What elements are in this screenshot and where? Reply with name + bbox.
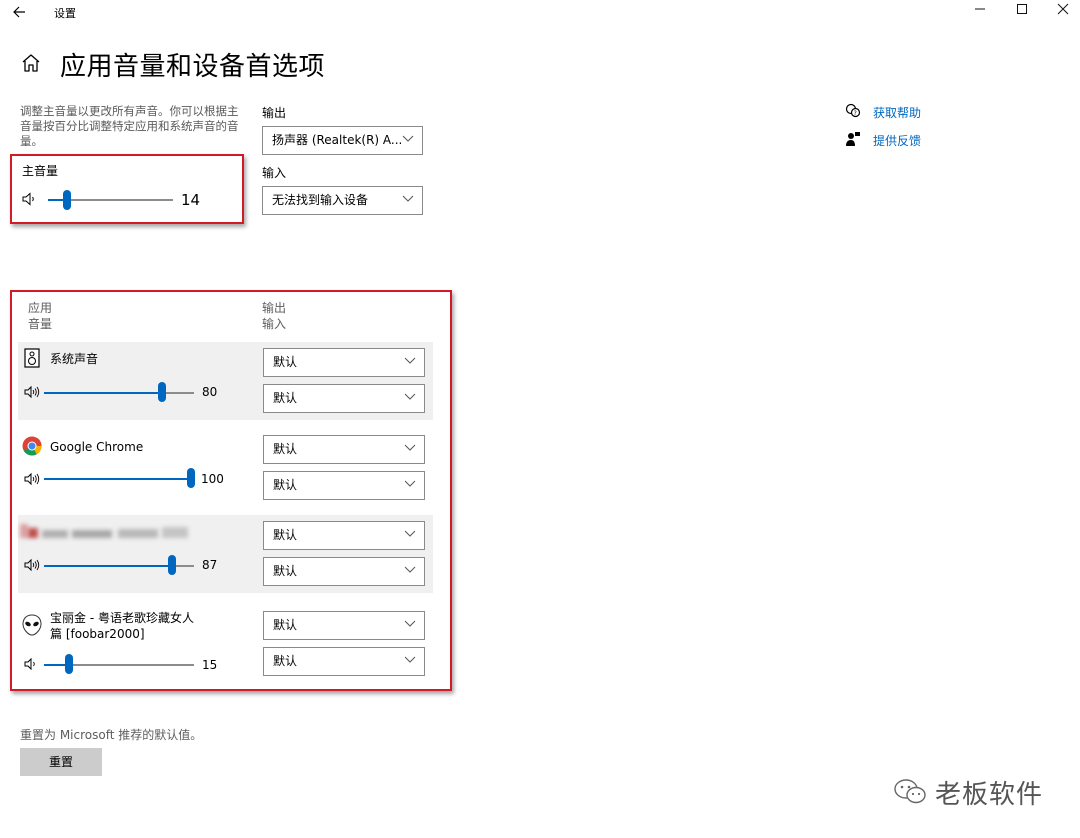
- app-slider-thumb[interactable]: [187, 468, 195, 488]
- app-input-dropdown[interactable]: 默认: [263, 557, 425, 586]
- chrome-icon: [22, 436, 42, 456]
- master-volume-label: 主音量: [22, 164, 59, 178]
- master-slider-track: [67, 199, 173, 201]
- blurred-block: [20, 524, 28, 538]
- volume-low-icon: [24, 657, 35, 671]
- back-button[interactable]: [12, 2, 32, 22]
- chevron-down-icon: [404, 656, 416, 663]
- chevron-down-icon: [404, 530, 416, 537]
- get-help-icon: ?: [845, 103, 861, 118]
- app-slider-fill: [44, 392, 162, 394]
- chevron-down-icon: [404, 393, 416, 400]
- app-slider-track: [162, 392, 194, 394]
- apps-col-app: 应用: [28, 301, 53, 315]
- app-name: Google Chrome: [50, 440, 144, 454]
- svg-text:?: ?: [854, 110, 857, 117]
- blurred-block: [28, 528, 38, 538]
- apps-col-input: 输入: [262, 317, 287, 331]
- feedback-link[interactable]: 提供反馈: [873, 132, 921, 149]
- blurred-block: [162, 527, 188, 538]
- app-slider-thumb[interactable]: [158, 382, 166, 402]
- app-volume-value: 15: [202, 658, 218, 672]
- output-device-dropdown[interactable]: 扬声器 (Realtek(R) A...: [262, 126, 423, 155]
- minimize-icon: [975, 8, 985, 10]
- foobar-alien-icon: [22, 614, 42, 636]
- app-output-value: 默认: [273, 355, 298, 369]
- volume-high-icon: [24, 558, 40, 572]
- input-device-value: 无法找到输入设备: [272, 193, 369, 207]
- home-icon[interactable]: [20, 52, 42, 74]
- app-input-value: 默认: [273, 391, 298, 405]
- speaker-icon: [24, 348, 40, 368]
- output-device-value: 扬声器 (Realtek(R) A...: [272, 133, 403, 147]
- app-input-dropdown[interactable]: 默认: [263, 471, 425, 500]
- apps-col-output: 输出: [262, 301, 287, 315]
- watermark-text: 老板软件: [935, 779, 1044, 810]
- master-volume-value: 14: [181, 191, 201, 209]
- maximize-icon: [1017, 4, 1027, 14]
- get-help-link[interactable]: 获取帮助: [873, 104, 921, 121]
- volume-low-icon: [22, 192, 34, 206]
- chevron-down-icon: [404, 566, 416, 573]
- volume-high-icon: [24, 385, 40, 399]
- maximize-button[interactable]: [1011, 2, 1033, 22]
- close-button[interactable]: [1052, 2, 1074, 22]
- app-name: 宝丽金 - 粤语老歌珍藏女人 篇 [foobar2000]: [50, 610, 194, 642]
- app-input-value: 默认: [273, 478, 298, 492]
- app-input-dropdown[interactable]: 默认: [263, 647, 425, 676]
- app-volume-value: 100: [201, 472, 224, 486]
- app-input-value: 默认: [273, 654, 298, 668]
- reset-description: 重置为 Microsoft 推荐的默认值。: [20, 728, 203, 742]
- volume-high-icon: [24, 472, 40, 486]
- app-name: 系统声音: [50, 352, 99, 366]
- app-volume-value: 80: [202, 385, 218, 399]
- app-output-dropdown[interactable]: 默认: [263, 611, 425, 640]
- chevron-down-icon: [402, 195, 414, 202]
- app-name-line1: 宝丽金 - 粤语老歌珍藏女人: [50, 611, 194, 625]
- app-volume-value: 87: [202, 558, 218, 572]
- app-output-dropdown[interactable]: 默认: [263, 435, 425, 464]
- app-input-dropdown[interactable]: 默认: [263, 384, 425, 413]
- app-slider-fill: [44, 565, 172, 567]
- app-input-value: 默认: [273, 564, 298, 578]
- output-label: 输出: [262, 106, 287, 120]
- title-bar: 设置: [0, 0, 1080, 28]
- apps-col-volume: 音量: [28, 317, 53, 331]
- master-slider-thumb[interactable]: [63, 190, 71, 210]
- reset-button[interactable]: 重置: [20, 748, 102, 776]
- app-output-value: 默认: [273, 528, 298, 542]
- wechat-icon: [894, 779, 926, 804]
- apps-col-app-label: 应用 音量: [28, 300, 52, 332]
- intro-description: 调整主音量以更改所有声音。你可以根据主音量按百分比调整特定应用和系统声音的音量。: [20, 104, 239, 148]
- input-device-dropdown[interactable]: 无法找到输入设备: [262, 186, 423, 215]
- app-output-value: 默认: [273, 618, 298, 632]
- arrow-left-icon: [13, 6, 25, 18]
- app-slider-thumb[interactable]: [65, 654, 73, 674]
- apps-col-device-label: 输出 输入: [262, 300, 286, 332]
- minimize-button[interactable]: [969, 2, 991, 22]
- watermark: 老板软件: [893, 774, 1043, 810]
- window-title: 设置: [54, 7, 76, 20]
- chevron-down-icon: [402, 135, 414, 142]
- app-slider-track: [68, 664, 194, 666]
- blurred-block: [72, 530, 112, 538]
- input-label: 输入: [262, 166, 287, 180]
- close-icon: [1057, 3, 1069, 15]
- blurred-block: [118, 529, 158, 538]
- app-slider-fill: [44, 478, 190, 480]
- app-slider-thumb[interactable]: [168, 555, 176, 575]
- feedback-icon: [846, 132, 860, 146]
- app-output-dropdown[interactable]: 默认: [263, 348, 425, 377]
- chevron-down-icon: [404, 444, 416, 451]
- chevron-down-icon: [404, 620, 416, 627]
- chevron-down-icon: [404, 480, 416, 487]
- app-output-dropdown[interactable]: 默认: [263, 521, 425, 550]
- page-title: 应用音量和设备首选项: [60, 52, 326, 82]
- blurred-block: [42, 530, 68, 538]
- app-output-value: 默认: [273, 442, 298, 456]
- chevron-down-icon: [404, 357, 416, 364]
- app-name-line2: 篇 [foobar2000]: [50, 627, 145, 641]
